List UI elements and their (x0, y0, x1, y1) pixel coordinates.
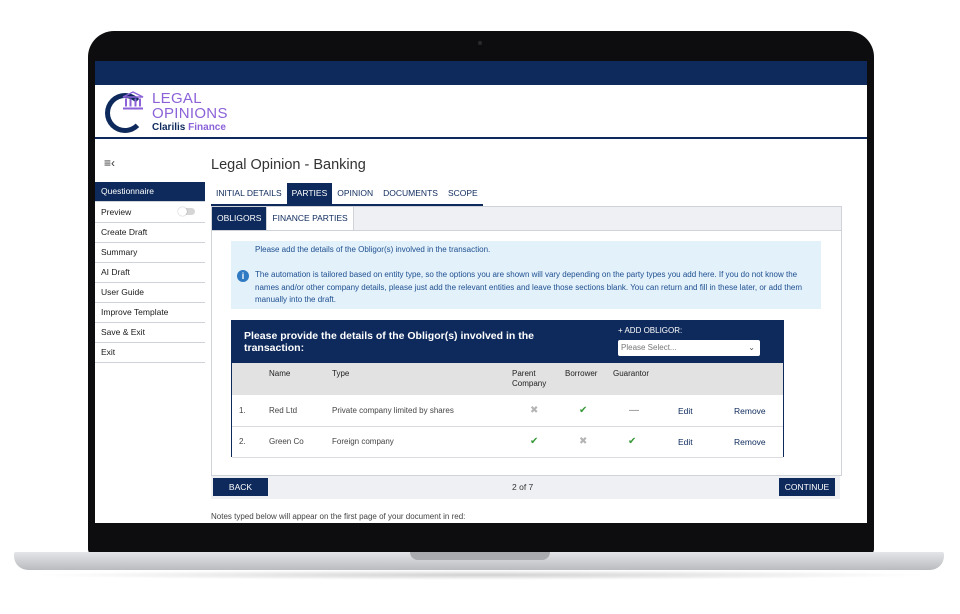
top-bar (95, 61, 867, 85)
check-icon: ✔ (530, 436, 539, 447)
laptop-shadow (30, 570, 930, 580)
sidebar-item-create-draft[interactable]: Create Draft (95, 223, 205, 243)
logo-brand-finance: Finance (188, 122, 226, 133)
notes-label: Notes typed below will appear on the fir… (211, 512, 466, 521)
header-type: Type (332, 369, 350, 378)
sidebar-item-questionnaire[interactable]: Questionnaire (95, 182, 205, 202)
sidebar-item-exit[interactable]: Exit (95, 343, 205, 363)
add-obligor-label: + ADD OBLIGOR: (618, 326, 683, 335)
back-button[interactable]: BACK (213, 478, 268, 496)
obligors-header: Please provide the details of the Obligo… (232, 321, 783, 363)
table-row: 2. Green Co Foreign company ✔ ✖ ✔ Edit R… (232, 427, 783, 458)
dash-icon: — (629, 405, 639, 416)
parties-panel: OBLIGORS FINANCE PARTIES Please add the … (211, 206, 842, 476)
remove-button[interactable]: Remove (734, 427, 766, 457)
row-type: Foreign company (332, 437, 394, 446)
app-header: LEGAL OPINIONS Clarilis Finance (95, 85, 867, 139)
row-type: Private company limited by shares (332, 406, 454, 415)
laptop-notch (410, 552, 550, 560)
page-title: Legal Opinion - Banking (211, 157, 366, 173)
page-counter: 2 of 7 (512, 482, 534, 492)
header-guarantor: Guarantor (613, 369, 650, 378)
laptop-camera (478, 41, 482, 45)
check-icon: ✔ (579, 405, 588, 416)
header-borrower: Borrower (565, 369, 598, 378)
menu-collapse-icon[interactable]: ≡‹ (104, 156, 115, 170)
continue-button[interactable]: CONTINUE (779, 478, 835, 496)
row-name: Green Co (269, 437, 304, 446)
courthouse-icon (122, 91, 144, 110)
tab-initial-details[interactable]: INITIAL DETAILS (211, 183, 287, 204)
sub-tabs: OBLIGORS FINANCE PARTIES (212, 207, 841, 231)
subtab-obligors[interactable]: OBLIGORS (212, 207, 268, 230)
obligors-title: Please provide the details of the Obligo… (244, 330, 534, 354)
main-tabs: INITIAL DETAILS PARTIES OPINION DOCUMENT… (211, 183, 483, 206)
sidebar-item-ai-draft[interactable]: AI Draft (95, 263, 205, 283)
obligors-table: Please provide the details of the Obligo… (231, 320, 784, 458)
sidebar-item-user-guide[interactable]: User Guide (95, 283, 205, 303)
sidebar: Questionnaire Preview Create Draft Summa… (95, 182, 205, 363)
info-icon: i (237, 270, 249, 282)
cross-icon: ✖ (530, 405, 539, 416)
info-text-detail: The automation is tailored based on enti… (255, 270, 803, 304)
sidebar-item-save-exit[interactable]: Save & Exit (95, 323, 205, 343)
check-icon: ✔ (628, 436, 637, 447)
header-name: Name (269, 369, 291, 378)
chevron-down-icon: ⌄ (748, 343, 755, 352)
sidebar-item-label: Preview (101, 207, 132, 217)
add-obligor-select[interactable]: Please Select... ⌄ (618, 340, 760, 356)
navigation-bar: BACK 2 of 7 CONTINUE (211, 476, 840, 499)
sidebar-item-summary[interactable]: Summary (95, 243, 205, 263)
sidebar-item-improve-template[interactable]: Improve Template (95, 303, 205, 323)
column-headers: Name Type Parent Company Borrower Guaran… (232, 363, 783, 395)
logo-brand-clarilis: Clarilis (152, 122, 186, 133)
info-box: Please add the details of the Obligor(s)… (231, 241, 821, 309)
tab-opinion[interactable]: OPINION (332, 183, 378, 204)
preview-toggle[interactable] (178, 207, 195, 216)
edit-button[interactable]: Edit (678, 396, 693, 426)
tab-scope[interactable]: SCOPE (443, 183, 483, 204)
table-row: 1. Red Ltd Private company limited by sh… (232, 396, 783, 427)
logo-text-opinions: OPINIONS (152, 105, 228, 122)
logo-text-legal: LEGAL (152, 90, 202, 107)
tab-documents[interactable]: DOCUMENTS (378, 183, 443, 204)
tab-parties[interactable]: PARTIES (286, 183, 333, 204)
row-number: 2. (239, 437, 246, 446)
row-name: Red Ltd (269, 406, 298, 415)
subtab-finance-parties[interactable]: FINANCE PARTIES (267, 207, 354, 230)
row-number: 1. (239, 406, 246, 415)
select-placeholder: Please Select... (621, 343, 677, 352)
logo-text-brand: Clarilis Finance (152, 122, 226, 133)
sidebar-item-preview[interactable]: Preview (95, 202, 205, 223)
app-screen: LEGAL OPINIONS Clarilis Finance ≡‹ Quest… (95, 61, 867, 523)
info-text-intro: Please add the details of the Obligor(s)… (255, 245, 491, 254)
edit-button[interactable]: Edit (678, 427, 693, 457)
header-parent-company: Parent Company (512, 369, 547, 388)
cross-icon: ✖ (579, 436, 588, 447)
remove-button[interactable]: Remove (734, 396, 766, 426)
